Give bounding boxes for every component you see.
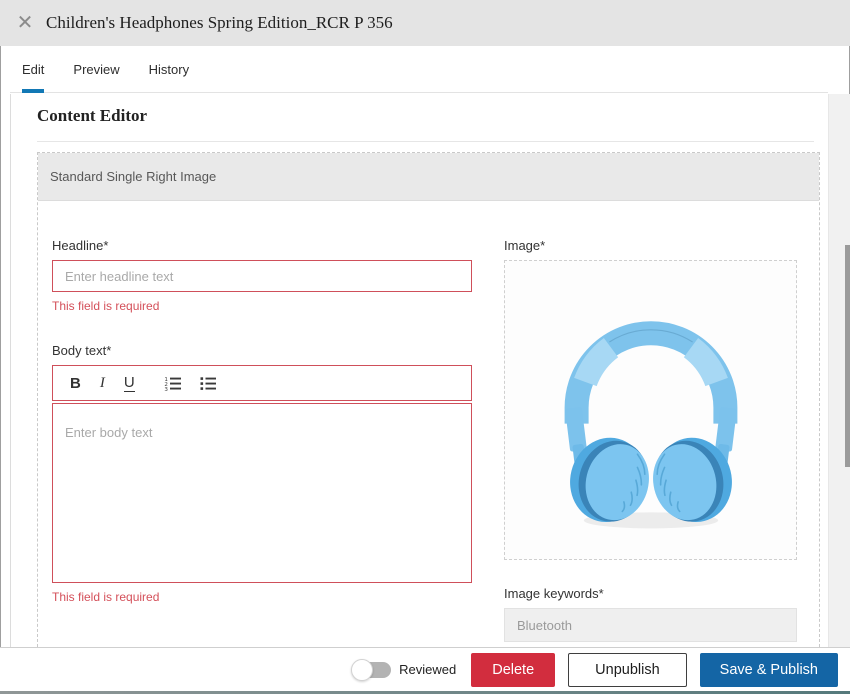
content-editor-window: ✕ Children's Headphones Spring Edition_R… — [0, 0, 850, 694]
ordered-list-icon: 1 2 3 — [164, 376, 181, 391]
tab-history[interactable]: History — [149, 46, 189, 92]
titlebar: ✕ Children's Headphones Spring Edition_R… — [0, 0, 850, 46]
component-name: Standard Single Right Image — [50, 169, 216, 184]
left-column: Headline* This field is required Body te… — [52, 238, 472, 642]
delete-button[interactable]: Delete — [471, 653, 555, 687]
vertical-scrollbar-thumb[interactable] — [845, 245, 850, 467]
content-editor-heading: Content Editor — [37, 106, 828, 126]
page-title: Children's Headphones Spring Edition_RCR… — [46, 13, 393, 33]
body-text-editor — [52, 403, 472, 583]
image-keywords-input[interactable] — [504, 608, 797, 642]
headline-input[interactable] — [52, 260, 472, 292]
body-text-label: Body text* — [52, 343, 472, 358]
underline-icon: U — [124, 374, 135, 392]
reviewed-toggle[interactable] — [353, 662, 391, 678]
svg-text:3: 3 — [164, 387, 168, 391]
tab-preview[interactable]: Preview — [73, 46, 119, 92]
component-header[interactable]: Standard Single Right Image — [38, 153, 819, 201]
body-text-error: This field is required — [52, 590, 472, 604]
image-keywords-label: Image keywords* — [504, 586, 797, 601]
rich-text-toolbar: B I U 1 — [52, 365, 472, 401]
right-column: Image* — [504, 238, 797, 642]
tab-preview-label: Preview — [73, 62, 119, 77]
reviewed-label: Reviewed — [399, 662, 456, 677]
headline-label: Headline* — [52, 238, 472, 253]
image-label: Image* — [504, 238, 797, 253]
unpublish-button[interactable]: Unpublish — [568, 653, 687, 687]
save-publish-button[interactable]: Save & Publish — [700, 653, 838, 687]
unordered-list-icon — [200, 376, 216, 391]
tab-edit[interactable]: Edit — [22, 46, 44, 92]
action-footer: Reviewed Delete Unpublish Save & Publish — [0, 647, 850, 691]
tab-edit-label: Edit — [22, 62, 44, 77]
tab-bar: Edit Preview History — [10, 46, 828, 93]
vertical-scrollbar-track[interactable] — [828, 94, 850, 647]
heading-divider — [37, 141, 814, 142]
component-body: Headline* This field is required Body te… — [38, 201, 819, 642]
bold-button[interactable]: B — [70, 375, 81, 392]
tab-history-label: History — [149, 62, 189, 77]
bold-icon: B — [70, 375, 81, 392]
component-container: Standard Single Right Image Headline* Th… — [37, 152, 820, 647]
main-content: Content Editor Standard Single Right Ima… — [10, 94, 828, 647]
italic-icon: I — [100, 375, 105, 392]
italic-button[interactable]: I — [100, 375, 105, 392]
toggle-knob[interactable] — [351, 659, 373, 681]
ordered-list-button[interactable]: 1 2 3 — [164, 376, 181, 391]
underline-button[interactable]: U — [124, 374, 135, 392]
image-dropzone[interactable] — [504, 260, 797, 560]
headphones-image — [531, 269, 771, 551]
headline-error: This field is required — [52, 299, 472, 313]
close-icon[interactable]: ✕ — [13, 11, 37, 35]
body-text-input[interactable] — [53, 404, 471, 582]
unordered-list-button[interactable] — [200, 376, 216, 391]
reviewed-toggle-group: Reviewed — [353, 662, 456, 678]
